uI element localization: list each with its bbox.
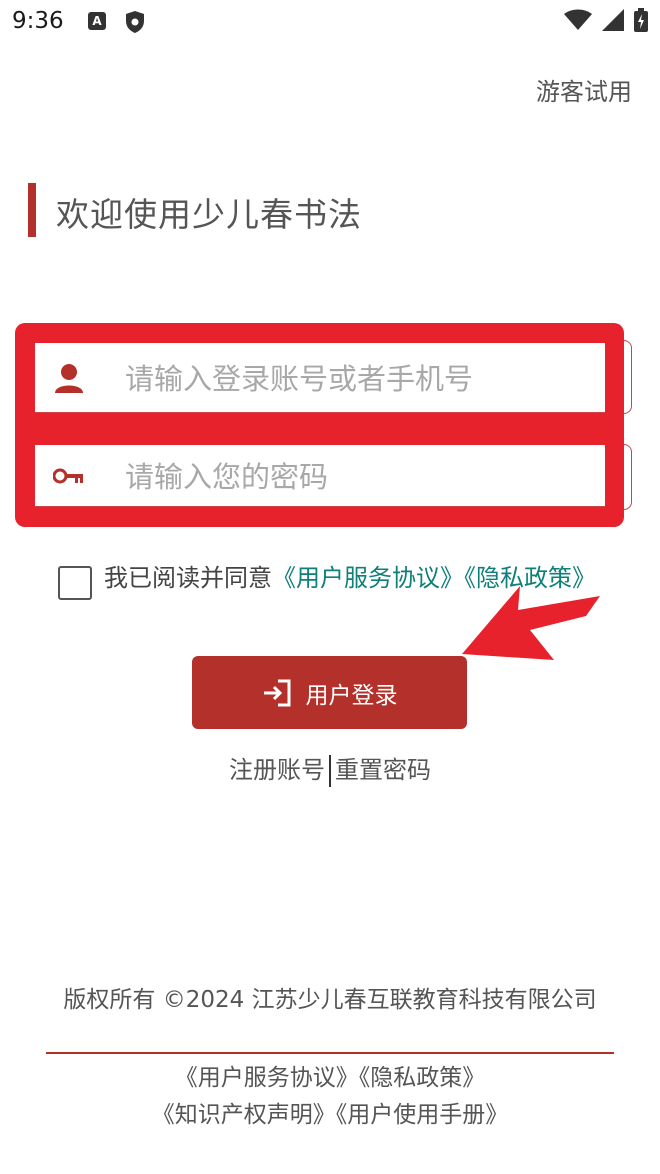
shield-icon bbox=[126, 11, 144, 33]
login-button[interactable]: 用户登录 bbox=[192, 656, 467, 729]
agree-checkbox[interactable] bbox=[58, 566, 92, 600]
login-icon bbox=[263, 679, 290, 706]
footer-privacy-policy-link[interactable]: 《隐私政策》 bbox=[359, 1065, 486, 1091]
status-time: 9:36 bbox=[12, 8, 64, 34]
account-links: 注册账号 重置密码 bbox=[0, 750, 660, 787]
annotation-arrow-icon bbox=[462, 586, 600, 660]
guest-trial-button[interactable]: 游客试用 bbox=[536, 72, 632, 107]
footer-ip-statement-link[interactable]: 《知识产权声明》 bbox=[152, 1102, 336, 1128]
user-icon bbox=[55, 363, 83, 393]
register-link[interactable]: 注册账号 bbox=[229, 756, 325, 784]
login-button-label: 用户登录 bbox=[305, 682, 398, 709]
wifi-icon bbox=[564, 9, 592, 30]
account-input[interactable] bbox=[123, 343, 587, 414]
signal-icon bbox=[602, 9, 624, 31]
footer-divider bbox=[46, 1052, 614, 1054]
reset-password-link[interactable]: 重置密码 bbox=[335, 756, 431, 784]
password-field[interactable] bbox=[35, 445, 605, 508]
footer-links-row-2: 《知识产权声明》《用户使用手册》 bbox=[0, 1095, 660, 1129]
status-icons bbox=[564, 8, 648, 32]
password-input[interactable] bbox=[123, 445, 587, 508]
footer-links-row-1: 《用户服务协议》《隐私政策》 bbox=[0, 1058, 660, 1092]
account-field[interactable] bbox=[35, 343, 605, 414]
link-divider bbox=[329, 755, 331, 787]
battery-icon bbox=[634, 8, 648, 32]
agreement-prefix: 我已阅读并同意 bbox=[104, 564, 272, 592]
title-accent-bar bbox=[28, 183, 36, 237]
footer-service-agreement-link[interactable]: 《用户服务协议》 bbox=[175, 1065, 359, 1091]
footer-user-manual-link[interactable]: 《用户使用手册》 bbox=[336, 1102, 509, 1128]
key-icon bbox=[53, 468, 83, 483]
service-agreement-link[interactable]: 《用户服务协议》 bbox=[272, 564, 464, 592]
page-title: 欢迎使用少儿春书法 bbox=[56, 195, 362, 234]
field-border-edge bbox=[623, 444, 632, 510]
a-badge-icon: A bbox=[88, 12, 106, 30]
copyright-text: 版权所有 ©2024 江苏少儿春互联教育科技有限公司 bbox=[63, 987, 597, 1013]
field-border-edge bbox=[623, 340, 632, 414]
